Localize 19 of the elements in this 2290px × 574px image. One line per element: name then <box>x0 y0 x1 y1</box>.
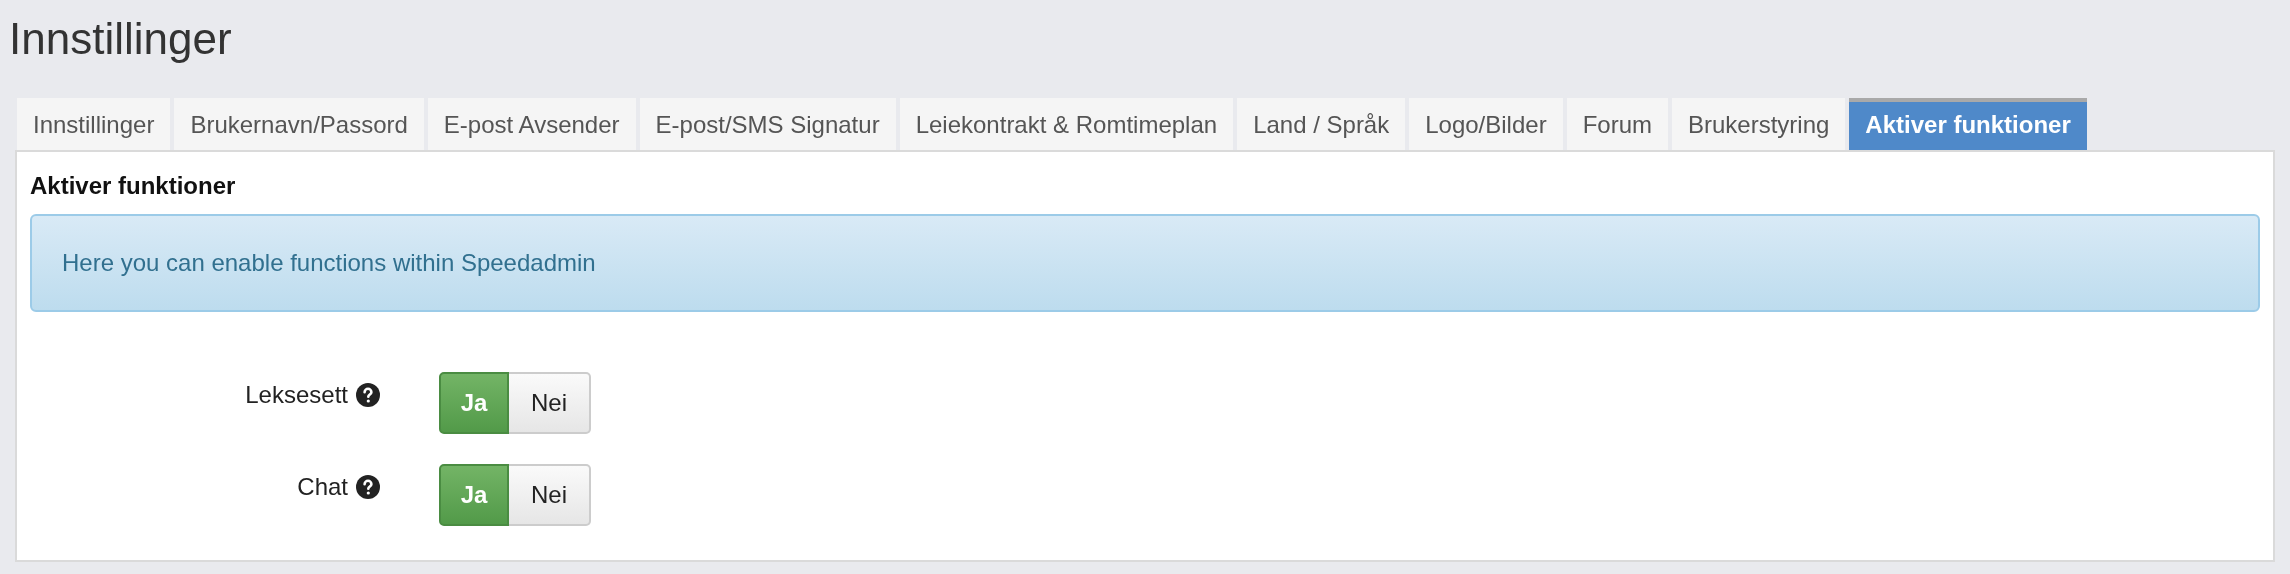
tab[interactable]: E-post Avsender <box>427 98 636 150</box>
setting-label: Chat <box>297 473 348 501</box>
tab[interactable]: Land / Språk <box>1237 98 1406 150</box>
tab[interactable]: Brukerstyring <box>1672 98 1846 150</box>
setting-label: Leksesett <box>245 381 348 409</box>
info-message: Here you can enable functions within Speedadmin <box>30 214 2260 312</box>
tab[interactable]: E-post/SMS Signatur <box>639 98 896 150</box>
tab[interactable]: Aktiver funktioner <box>1849 98 2087 150</box>
help-icon[interactable] <box>356 475 380 499</box>
tab[interactable]: Leiekontrakt & Romtimeplan <box>899 98 1234 150</box>
tab[interactable]: Forum <box>1566 98 1668 150</box>
section-title: Aktiver funktioner <box>30 172 237 200</box>
tab[interactable]: Logo/Bilder <box>1409 98 1563 150</box>
help-icon[interactable] <box>356 383 380 407</box>
toggle-option[interactable]: Nei <box>509 464 591 526</box>
tab[interactable]: Brukernavn/Passord <box>174 98 424 150</box>
toggle-option[interactable]: Nei <box>509 372 591 434</box>
page-title: Innstillinger <box>9 13 233 65</box>
tab[interactable]: Innstillinger <box>17 98 171 150</box>
